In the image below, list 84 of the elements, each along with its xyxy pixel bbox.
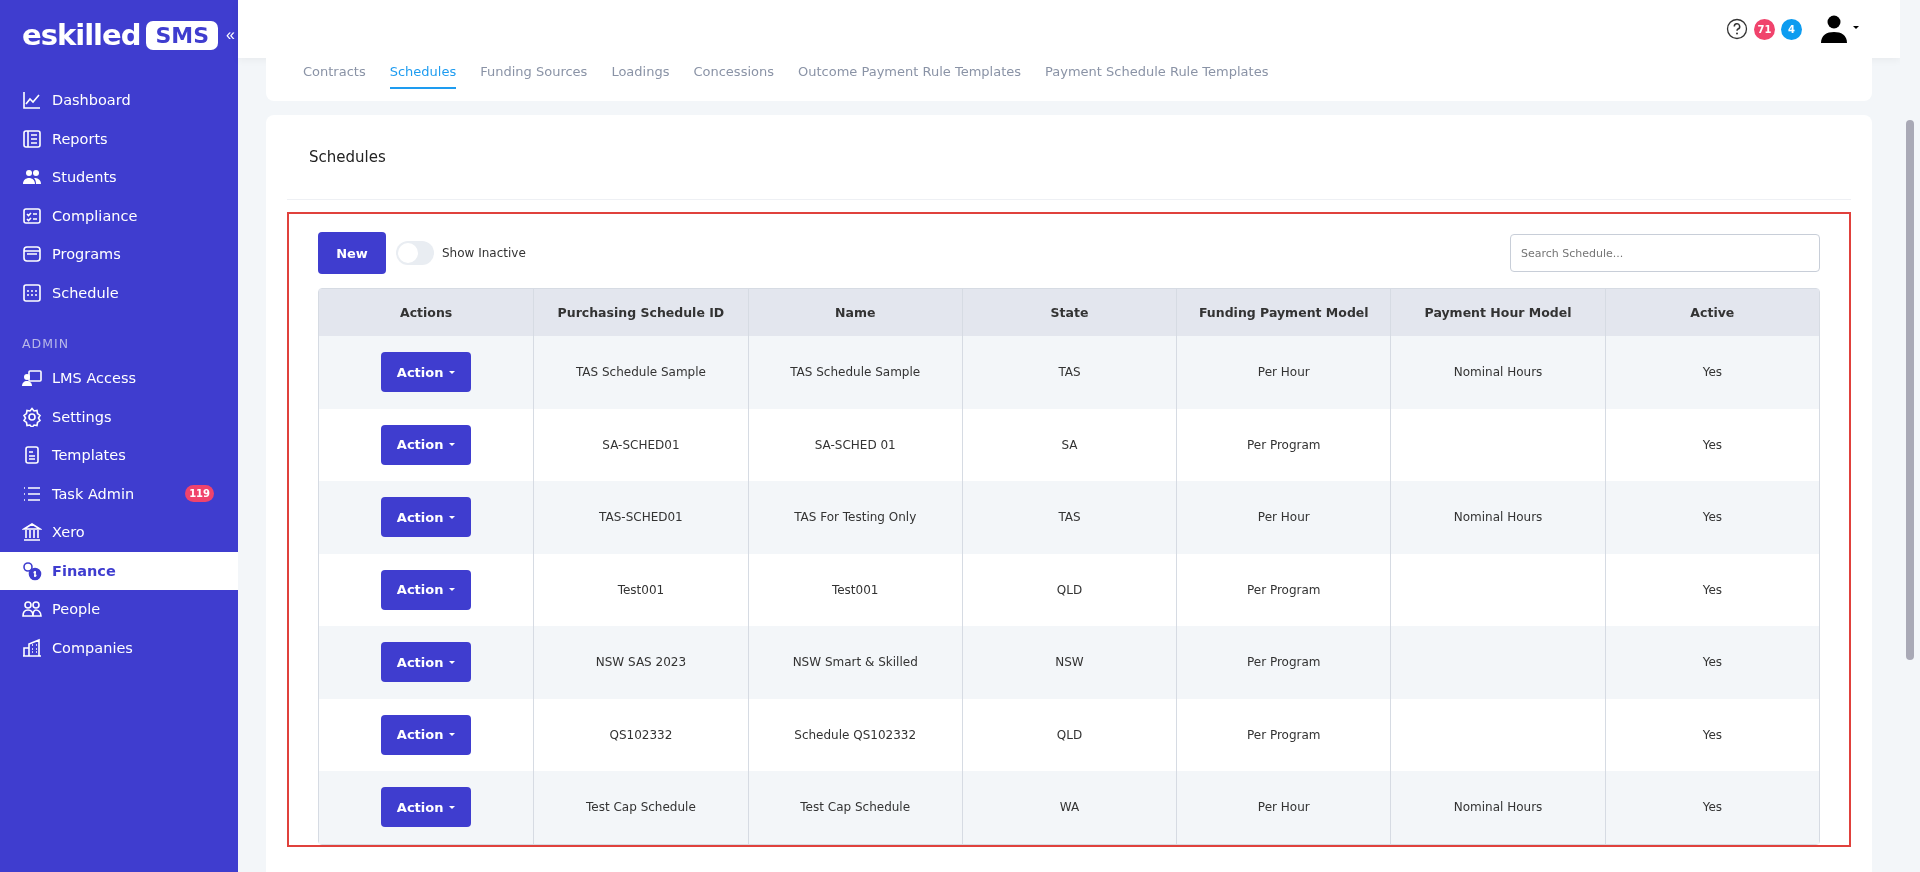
document-icon bbox=[22, 445, 42, 466]
sidebar-item[interactable]: Compliance bbox=[0, 196, 238, 235]
table-cell: Yes bbox=[1702, 582, 1723, 597]
presenter-icon bbox=[22, 368, 42, 389]
new-button[interactable]: New bbox=[318, 232, 386, 274]
table-cell: Per Program bbox=[1247, 437, 1321, 452]
table-cell: Yes bbox=[1702, 365, 1723, 380]
sidebar-item[interactable]: Task Admin 119 bbox=[0, 474, 238, 513]
table-cell: SA-SCHED01 bbox=[602, 437, 680, 452]
action-dropdown-button[interactable]: Action bbox=[381, 569, 472, 610]
collapse-button[interactable]: « bbox=[226, 26, 235, 44]
table-cell: NSW bbox=[1055, 655, 1084, 670]
section-label: ADMIN bbox=[21, 335, 70, 353]
table-cell: Test Cap Schedule bbox=[800, 800, 911, 815]
search-field[interactable]: Search Schedule... bbox=[1510, 234, 1820, 272]
table-cell: Nominal Hours bbox=[1453, 800, 1543, 815]
table-cell: TAS Schedule Sample bbox=[790, 365, 921, 380]
table-cell: SA bbox=[1061, 437, 1078, 452]
table-cell: TAS Schedule Sample bbox=[575, 365, 706, 380]
sidebar-item[interactable]: Settings bbox=[0, 397, 238, 436]
sidebar-item[interactable]: LMS Access bbox=[0, 359, 238, 398]
report-icon bbox=[22, 128, 42, 149]
table-cell: Per Hour bbox=[1257, 365, 1310, 380]
table-cell: TAS bbox=[1058, 510, 1081, 525]
coins-icon bbox=[22, 560, 42, 581]
checklist-icon bbox=[22, 205, 42, 226]
table-cell: Per Program bbox=[1247, 655, 1321, 670]
chart-icon bbox=[22, 90, 42, 111]
table-cell: Schedule QS102332 bbox=[794, 727, 917, 742]
action-dropdown-button[interactable]: Action bbox=[381, 787, 472, 828]
table-cell: SA-SCHED 01 bbox=[814, 437, 896, 452]
table-cell: TAS For Testing Only bbox=[794, 510, 917, 525]
sidebar-item[interactable]: Dashboard bbox=[0, 81, 238, 120]
table-cell: Nominal Hours bbox=[1453, 510, 1543, 525]
sidebar-item[interactable]: Schedule bbox=[0, 273, 238, 312]
sidebar-item[interactable]: Templates bbox=[0, 436, 238, 475]
sidebar-item[interactable]: People bbox=[0, 590, 238, 629]
table-cell: Test001 bbox=[831, 582, 879, 597]
sidebar-item[interactable]: Students bbox=[0, 158, 238, 197]
table-cell: QS102332 bbox=[609, 727, 673, 742]
sidebar-item[interactable]: Companies bbox=[0, 628, 238, 667]
table-cell: WA bbox=[1059, 800, 1080, 815]
action-dropdown-button[interactable]: Action bbox=[381, 642, 472, 683]
building-icon bbox=[22, 637, 42, 658]
table-cell: Test001 bbox=[617, 582, 665, 597]
calendar-icon bbox=[22, 282, 42, 303]
table-cell: Per Hour bbox=[1257, 800, 1310, 815]
action-dropdown-button[interactable]: Action bbox=[381, 497, 472, 538]
sidebar-item[interactable]: Finance bbox=[0, 551, 238, 590]
action-dropdown-button[interactable]: Action bbox=[381, 352, 472, 393]
window-icon bbox=[22, 244, 42, 265]
table-cell: Yes bbox=[1702, 655, 1723, 670]
logo-badge: SMS bbox=[146, 20, 219, 50]
gear-icon bbox=[22, 406, 42, 427]
people-icon bbox=[22, 599, 42, 620]
panel-title: Schedules bbox=[309, 148, 386, 166]
sidebar-item[interactable]: Programs bbox=[0, 235, 238, 274]
action-dropdown-button[interactable]: Action bbox=[381, 714, 472, 755]
sidebar-item[interactable]: Reports bbox=[0, 119, 238, 158]
action-dropdown-button[interactable]: Action bbox=[381, 424, 472, 465]
user-avatar-icon[interactable] bbox=[1820, 14, 1860, 44]
table-cell: Yes bbox=[1702, 437, 1723, 452]
column-header: Actions bbox=[399, 304, 454, 322]
table-cell: Yes bbox=[1702, 727, 1723, 742]
table-cell: Per Hour bbox=[1257, 510, 1310, 525]
table-cell: TAS-SCHED01 bbox=[599, 510, 683, 525]
help-icon[interactable] bbox=[1726, 18, 1748, 40]
sidebar-item[interactable]: Xero bbox=[0, 513, 238, 552]
table-cell: NSW Smart & Skilled bbox=[792, 655, 918, 670]
table-cell: QLD bbox=[1056, 582, 1083, 597]
table-cell: Nominal Hours bbox=[1453, 365, 1543, 380]
table-cell: Per Program bbox=[1247, 727, 1321, 742]
table-cell: TAS bbox=[1058, 365, 1081, 380]
table-cell: Test Cap Schedule bbox=[586, 800, 696, 815]
table-cell: Per Program bbox=[1247, 582, 1321, 597]
table-cell: Yes bbox=[1702, 800, 1723, 815]
bank-icon bbox=[22, 522, 42, 543]
notification-badge[interactable]: 71 bbox=[1754, 18, 1775, 40]
table-cell: Yes bbox=[1702, 510, 1723, 525]
table-cell: NSW SAS 2023 bbox=[595, 655, 687, 670]
logo-text: eskilled bbox=[22, 18, 141, 52]
toggle-label: Show Inactive bbox=[442, 246, 526, 260]
count-badge: 119 bbox=[185, 485, 214, 503]
table-cell: QLD bbox=[1056, 727, 1083, 742]
